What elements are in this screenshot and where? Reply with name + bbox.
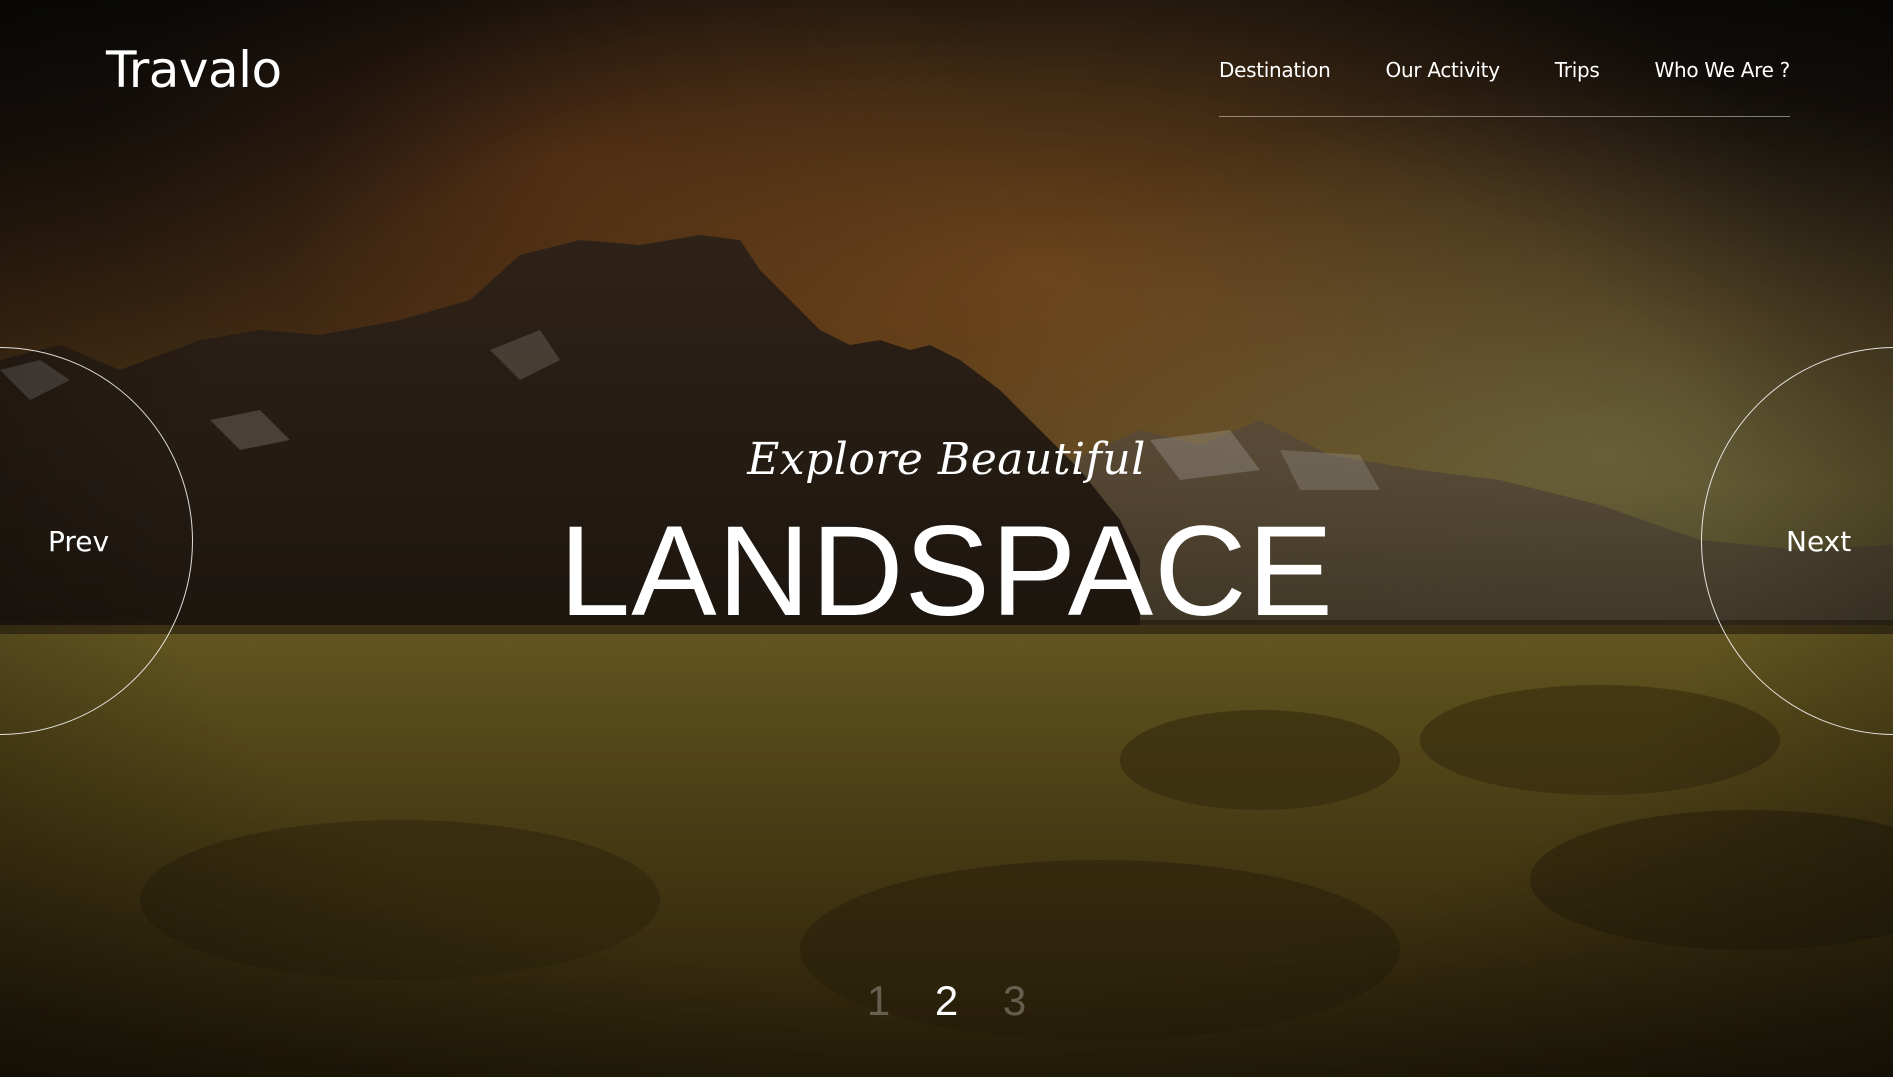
hero-title: LANDSPACE <box>559 500 1334 643</box>
page-number-3[interactable]: 3 <box>1001 975 1029 1027</box>
brand-logo[interactable]: Travalo <box>106 40 282 100</box>
page-number-2-active[interactable]: 2 <box>933 975 961 1027</box>
slide-pagination: 1 2 3 <box>0 975 1893 1027</box>
hero-page: Travalo Destination Our Activity Trips W… <box>0 0 1893 1077</box>
main-nav: Destination Our Activity Trips Who We Ar… <box>1219 58 1790 82</box>
nav-item-our-activity[interactable]: Our Activity <box>1386 58 1501 82</box>
page-number-1[interactable]: 1 <box>865 975 893 1027</box>
nav-item-destination[interactable]: Destination <box>1219 58 1331 82</box>
hero-subtitle: Explore Beautiful <box>747 434 1146 485</box>
nav-underline-divider <box>1219 116 1790 117</box>
nav-item-trips[interactable]: Trips <box>1555 58 1600 82</box>
nav-item-who-we-are[interactable]: Who We Are ? <box>1655 58 1791 82</box>
